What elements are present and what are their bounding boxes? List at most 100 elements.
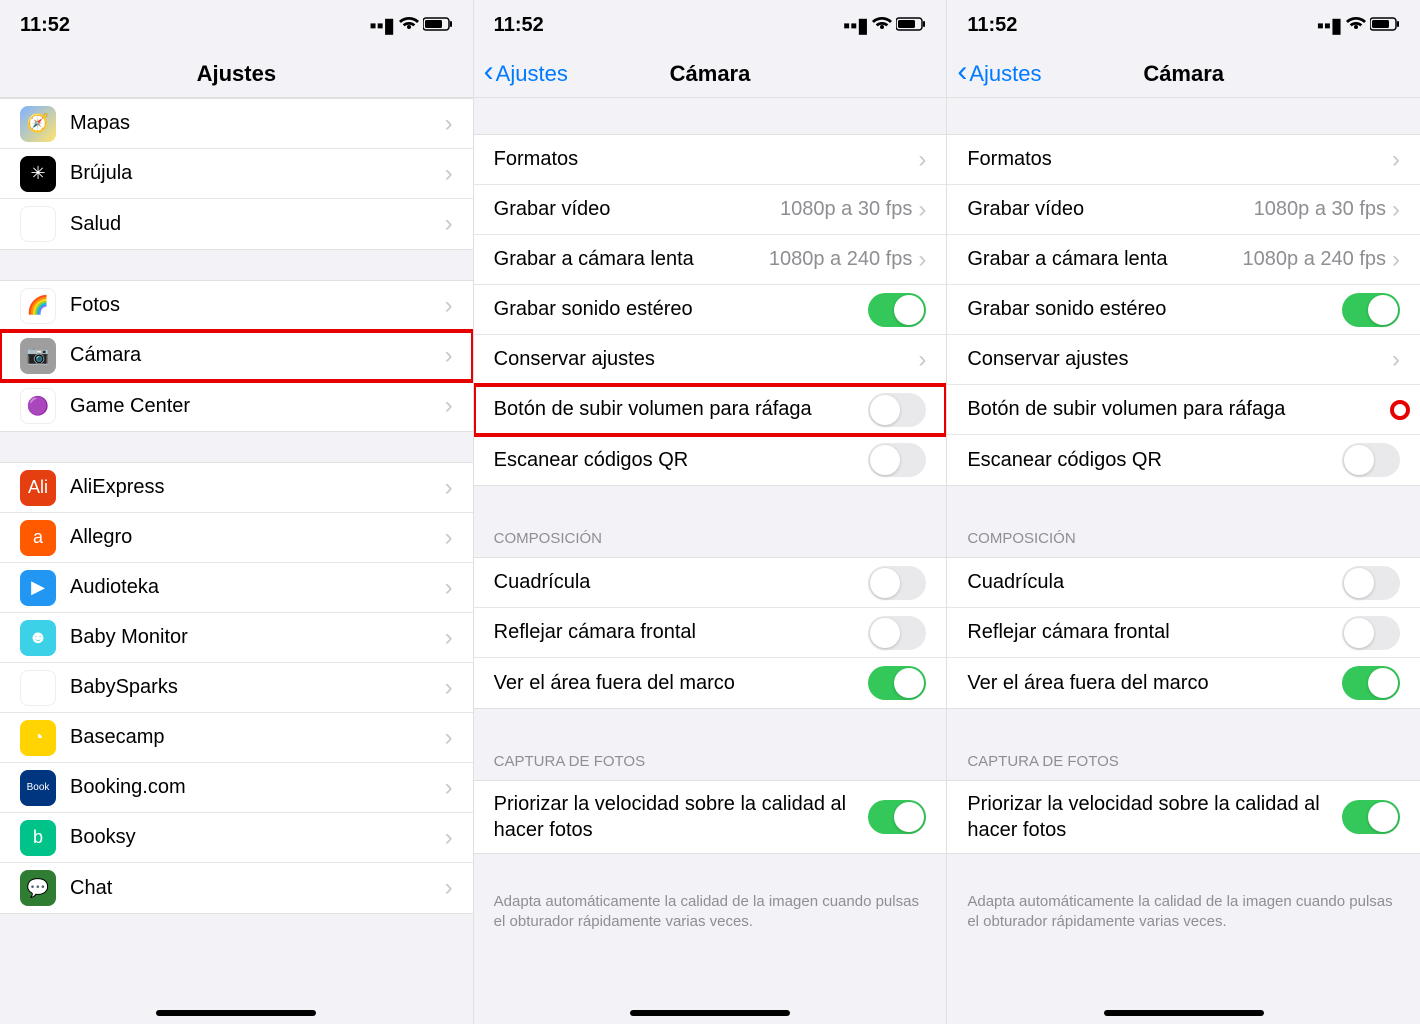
settings-item-mapas[interactable]: 🧭 Mapas ›: [0, 99, 473, 149]
home-indicator[interactable]: [156, 1010, 316, 1016]
settings-item-allegro[interactable]: aAllegro›: [0, 513, 473, 563]
status-icons: ▪▪▮: [843, 13, 926, 38]
toggle-mirror[interactable]: [868, 616, 926, 650]
status-bar: 11:52 ▪▪▮: [474, 0, 947, 50]
toggle-stereo[interactable]: [868, 293, 926, 327]
footer-text: Adapta automáticamente la calidad de la …: [947, 884, 1420, 951]
toggle-qr[interactable]: [868, 443, 926, 477]
row-rafaga: Botón de subir volumen para ráfaga: [947, 385, 1420, 435]
chevron-right-icon: ›: [445, 624, 453, 652]
signal-icon: ▪▪▮: [369, 13, 394, 38]
settings-item-babymonitor[interactable]: ☻Baby Monitor›: [0, 613, 473, 663]
page-title: Cámara: [670, 61, 751, 87]
video-value: 1080p a 30 fps: [1254, 198, 1386, 221]
settings-item-fotos[interactable]: 🌈 Fotos ›: [0, 281, 473, 331]
settings-item-babysparks[interactable]: ☺BabySparks›: [0, 663, 473, 713]
babysparks-icon: ☺: [20, 670, 56, 706]
row-formatos[interactable]: Formatos›: [947, 135, 1420, 185]
settings-item-camara[interactable]: 📷 Cámara ›: [0, 331, 473, 381]
row-rafaga: Botón de subir volumen para ráfaga: [474, 385, 947, 435]
status-time: 11:52: [20, 14, 70, 37]
settings-screen: 11:52 ▪▪▮ Ajustes 🧭 Mapas ›: [0, 0, 474, 1024]
toggle-burst[interactable]: [868, 393, 926, 427]
settings-item-basecamp[interactable]: ◔Basecamp›: [0, 713, 473, 763]
settings-item-audioteka[interactable]: ▶Audioteka›: [0, 563, 473, 613]
back-button[interactable]: ‹ Ajustes: [484, 50, 568, 97]
toggle-stereo[interactable]: [1342, 293, 1400, 327]
settings-item-booking[interactable]: BookBooking.com›: [0, 763, 473, 813]
row-cuadricula: Cuadrícula: [947, 558, 1420, 608]
allegro-icon: a: [20, 520, 56, 556]
chevron-right-icon: ›: [445, 774, 453, 802]
chevron-right-icon: ›: [445, 674, 453, 702]
chevron-right-icon: ›: [445, 210, 453, 238]
row-camara-lenta[interactable]: Grabar a cámara lenta1080p a 240 fps›: [474, 235, 947, 285]
wifi-icon: [1346, 14, 1366, 37]
babymonitor-icon: ☻: [20, 620, 56, 656]
chevron-right-icon: ›: [918, 146, 926, 174]
chevron-right-icon: ›: [445, 474, 453, 502]
row-priorizar: Priorizar la velocidad sobre la calidad …: [947, 781, 1420, 853]
camera-settings-screen-on: 11:52 ▪▪▮ ‹ Ajustes Cámara Formatos› Gra…: [947, 0, 1420, 1024]
nav-bar: Ajustes: [0, 50, 473, 98]
compass-icon: ✳︎: [20, 156, 56, 192]
chevron-right-icon: ›: [1392, 146, 1400, 174]
nav-bar: ‹ Ajustes Cámara: [474, 50, 947, 98]
settings-item-booksy[interactable]: bBooksy›: [0, 813, 473, 863]
battery-icon: [896, 14, 926, 37]
battery-icon: [423, 14, 453, 37]
row-grabar-video[interactable]: Grabar vídeo1080p a 30 fps›: [947, 185, 1420, 235]
basecamp-icon: ◔: [20, 720, 56, 756]
row-mirror: Reflejar cámara frontal: [474, 608, 947, 658]
settings-item-gamecenter[interactable]: 🟣 Game Center ›: [0, 381, 473, 431]
toggle-mirror[interactable]: [1342, 616, 1400, 650]
photos-icon: 🌈: [20, 288, 56, 324]
toggle-qr[interactable]: [1342, 443, 1400, 477]
page-title: Cámara: [1143, 61, 1224, 87]
row-outside: Ver el área fuera del marco: [474, 658, 947, 708]
back-label: Ajustes: [969, 61, 1041, 87]
settings-item-chat[interactable]: 💬Chat›: [0, 863, 473, 913]
chevron-right-icon: ›: [1392, 346, 1400, 374]
chevron-right-icon: ›: [445, 342, 453, 370]
toggle-burst-highlight: [1394, 404, 1406, 416]
header-composicion: Composición: [474, 516, 947, 557]
toggle-outside[interactable]: [1342, 666, 1400, 700]
row-conservar[interactable]: Conservar ajustes›: [474, 335, 947, 385]
chevron-right-icon: ›: [445, 574, 453, 602]
chevron-right-icon: ›: [1392, 246, 1400, 274]
battery-icon: [1370, 14, 1400, 37]
chevron-left-icon: ‹: [957, 57, 967, 87]
chevron-right-icon: ›: [918, 196, 926, 224]
row-conservar[interactable]: Conservar ajustes›: [947, 335, 1420, 385]
chevron-right-icon: ›: [445, 160, 453, 188]
home-indicator[interactable]: [630, 1010, 790, 1016]
row-grabar-video[interactable]: Grabar vídeo1080p a 30 fps›: [474, 185, 947, 235]
row-sonido-estereo: Grabar sonido estéreo: [474, 285, 947, 335]
booksy-icon: b: [20, 820, 56, 856]
row-formatos[interactable]: Formatos›: [474, 135, 947, 185]
toggle-prior[interactable]: [868, 800, 926, 834]
wifi-icon: [399, 14, 419, 37]
row-camara-lenta[interactable]: Grabar a cámara lenta1080p a 240 fps›: [947, 235, 1420, 285]
toggle-grid[interactable]: [868, 566, 926, 600]
status-time: 11:52: [494, 14, 544, 37]
chevron-right-icon: ›: [445, 824, 453, 852]
status-icons: ▪▪▮: [1317, 13, 1400, 38]
chevron-right-icon: ›: [445, 392, 453, 420]
home-indicator[interactable]: [1104, 1010, 1264, 1016]
back-button[interactable]: ‹ Ajustes: [957, 50, 1041, 97]
settings-item-salud[interactable]: ♥ Salud ›: [0, 199, 473, 249]
maps-icon: 🧭: [20, 106, 56, 142]
status-bar: 11:52 ▪▪▮: [947, 0, 1420, 50]
nav-bar: ‹ Ajustes Cámara: [947, 50, 1420, 98]
toggle-prior[interactable]: [1342, 800, 1400, 834]
audioteka-icon: ▶: [20, 570, 56, 606]
toggle-outside[interactable]: [868, 666, 926, 700]
header-captura: Captura de fotos: [947, 739, 1420, 780]
settings-item-aliexpress[interactable]: AliAliExpress›: [0, 463, 473, 513]
chevron-right-icon: ›: [445, 874, 453, 902]
toggle-grid[interactable]: [1342, 566, 1400, 600]
settings-item-brujula[interactable]: ✳︎ Brújula ›: [0, 149, 473, 199]
camera-icon: 📷: [20, 338, 56, 374]
